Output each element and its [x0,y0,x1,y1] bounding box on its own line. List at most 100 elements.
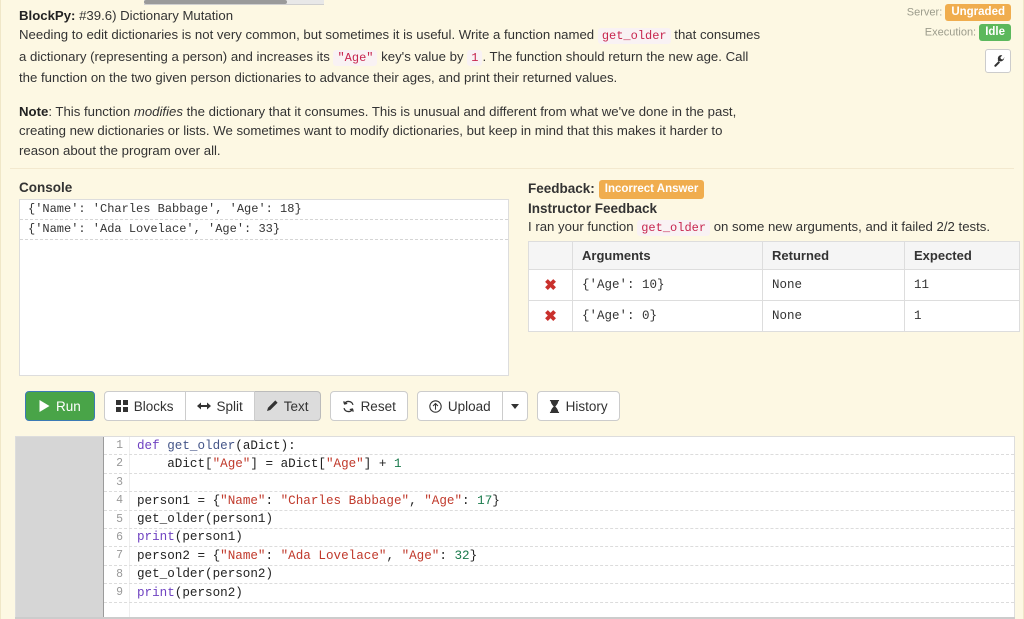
code-token: ] = aDict[ [250,456,326,471]
code-text-area[interactable]: 1 def get_older(aDict): 2 aDict["Age"] = a… [104,437,1014,619]
reset-button-label: Reset [360,398,396,414]
column-header-arguments: Arguments [572,241,763,270]
text-button-label: Text [283,398,309,414]
blocks-button-label: Blocks [133,398,174,414]
code-line-text[interactable]: print(person2) [130,584,243,602]
instructions-panel: BlockPy: #39.6) Dictionary Mutation Need… [1,0,1023,160]
code-line[interactable]: 1 def get_older(aDict): [104,437,1014,456]
code-token: "Name" [220,493,266,508]
reset-button[interactable]: Reset [329,391,408,421]
inline-code-one: 1 [467,49,483,66]
code-token: get_older [167,438,236,453]
wrench-icon [993,54,1005,67]
table-header-row: Arguments Returned Expected [528,241,1020,270]
code-token: get_older(person1) [137,512,274,527]
column-header-expected: Expected [904,241,1020,270]
code-line[interactable]: 9 print(person2) [104,584,1014,603]
code-token: 17 [477,493,493,508]
inline-code-get-older: get_older [597,28,671,45]
code-token: ] + [363,456,394,471]
console-line: {'Name': 'Charles Babbage', 'Age': 18} [20,200,508,220]
console-output[interactable]: {'Name': 'Charles Babbage', 'Age': 18} {… [19,199,509,376]
line-number: 5 [104,510,130,528]
code-line-text[interactable]: print(person1) [130,528,243,546]
instruction-paragraph-2: Note: This function modifies the diction… [19,102,761,160]
blocks-pane[interactable] [16,437,104,619]
code-line[interactable]: 4 person1 = {"Name": "Charles Babbage", "… [104,492,1014,511]
code-line[interactable]: 5 get_older(person1) [104,510,1014,529]
server-status-label: Server: [906,6,943,19]
code-token: print [137,585,175,600]
feedback-header: Feedback: Incorrect Answer [528,180,1020,199]
execution-status-row: Execution: Idle [907,24,1011,41]
code-line-text[interactable]: person2 = {"Name": "Ada Lovelace", "Age"… [130,547,477,565]
text-button[interactable]: Text [254,391,321,421]
play-icon [39,400,50,412]
column-header-returned: Returned [762,241,905,270]
feedback-title: Feedback: [528,181,595,197]
inline-code-get-older: get_older [637,220,711,236]
console-title: Console [19,180,73,195]
caret-down-icon [510,403,519,409]
code-token: : [439,548,455,563]
test-results-table: Arguments Returned Expected ✖ {'Age': 10… [528,241,1020,332]
code-line-text[interactable]: person1 = {"Name": "Charles Babbage", "A… [130,492,500,510]
code-line-text[interactable]: get_older(person1) [130,510,273,528]
hourglass-icon [549,399,559,413]
upload-dropdown-toggle[interactable] [502,391,528,421]
code-token: : [265,493,281,508]
split-button[interactable]: Split [185,391,255,421]
code-token: (person2) [174,585,243,600]
arguments-cell: {'Age': 0} [572,300,763,332]
execution-status-label: Execution: [924,26,977,39]
code-editor[interactable]: 1 def get_older(aDict): 2 aDict["Age"] = a… [15,436,1015,619]
emphasis-modifies: modifies [133,104,183,120]
app-name: BlockPy: [19,8,76,23]
settings-button[interactable] [985,49,1011,73]
feedback-message-part-1: I ran your function [528,219,638,234]
code-line-text[interactable]: get_older(person2) [130,565,273,583]
instructor-feedback-title: Instructor Feedback [528,201,658,216]
code-token: "Age" [424,493,463,508]
split-button-label: Split [216,398,243,414]
upload-button-group: Upload [416,391,528,421]
upload-button-label: Upload [447,398,491,414]
instr-text-2a: : This function [48,104,134,120]
code-line[interactable]: 2 aDict["Age"] = aDict["Age"] + 1 [104,455,1014,474]
line-number: 1 [104,437,130,455]
instruction-paragraph-1: Needing to edit dictionaries is not very… [19,25,761,87]
feedback-message: I ran your function get_older on some ne… [528,218,1020,237]
code-line[interactable]: 8 get_older(person2) [104,565,1014,585]
feedback-status-badge: Incorrect Answer [598,180,705,199]
line-number: 8 [104,565,130,584]
code-line-text[interactable]: aDict["Age"] = aDict["Age"] + 1 [130,455,401,473]
run-button-label: Run [56,398,81,414]
assignment-title-text: #39.6) Dictionary Mutation [75,8,234,23]
server-status-badge: Ungraded [945,4,1011,21]
code-line[interactable]: 7 person2 = {"Name": "Ada Lovelace", "Age… [104,547,1014,566]
code-token: def [137,438,168,453]
status-panel: Server: Ungraded Execution: Idle [907,4,1011,73]
instr-text-1a: Needing to edit dictionaries is not very… [19,27,598,43]
code-line[interactable]: 6 print(person1) [104,528,1014,548]
blocks-button[interactable]: Blocks [103,391,186,421]
arrows-horizontal-icon [196,402,211,410]
upload-circle-icon [429,399,442,413]
history-button[interactable]: History [536,391,620,421]
run-button[interactable]: Run [25,391,95,421]
line-number: 2 [104,455,130,473]
code-token: , [386,548,402,563]
line-number: 3 [104,473,130,492]
arguments-cell: {'Age': 10} [572,269,763,301]
code-token: "Age" [325,456,364,471]
upload-button[interactable]: Upload [416,391,503,421]
console-panel: Console {'Name': 'Charles Babbage', 'Age… [19,180,509,376]
code-token: "Age" [212,456,251,471]
column-header-mark [528,241,573,270]
code-token: person2 = { [137,548,221,563]
code-line[interactable]: 3 [104,473,1014,493]
console-line: {'Name': 'Ada Lovelace', 'Age': 33} [20,220,508,240]
code-line-text[interactable]: def get_older(aDict): [130,437,296,455]
code-token: "Name" [220,548,266,563]
code-token: aDict[ [137,456,213,471]
